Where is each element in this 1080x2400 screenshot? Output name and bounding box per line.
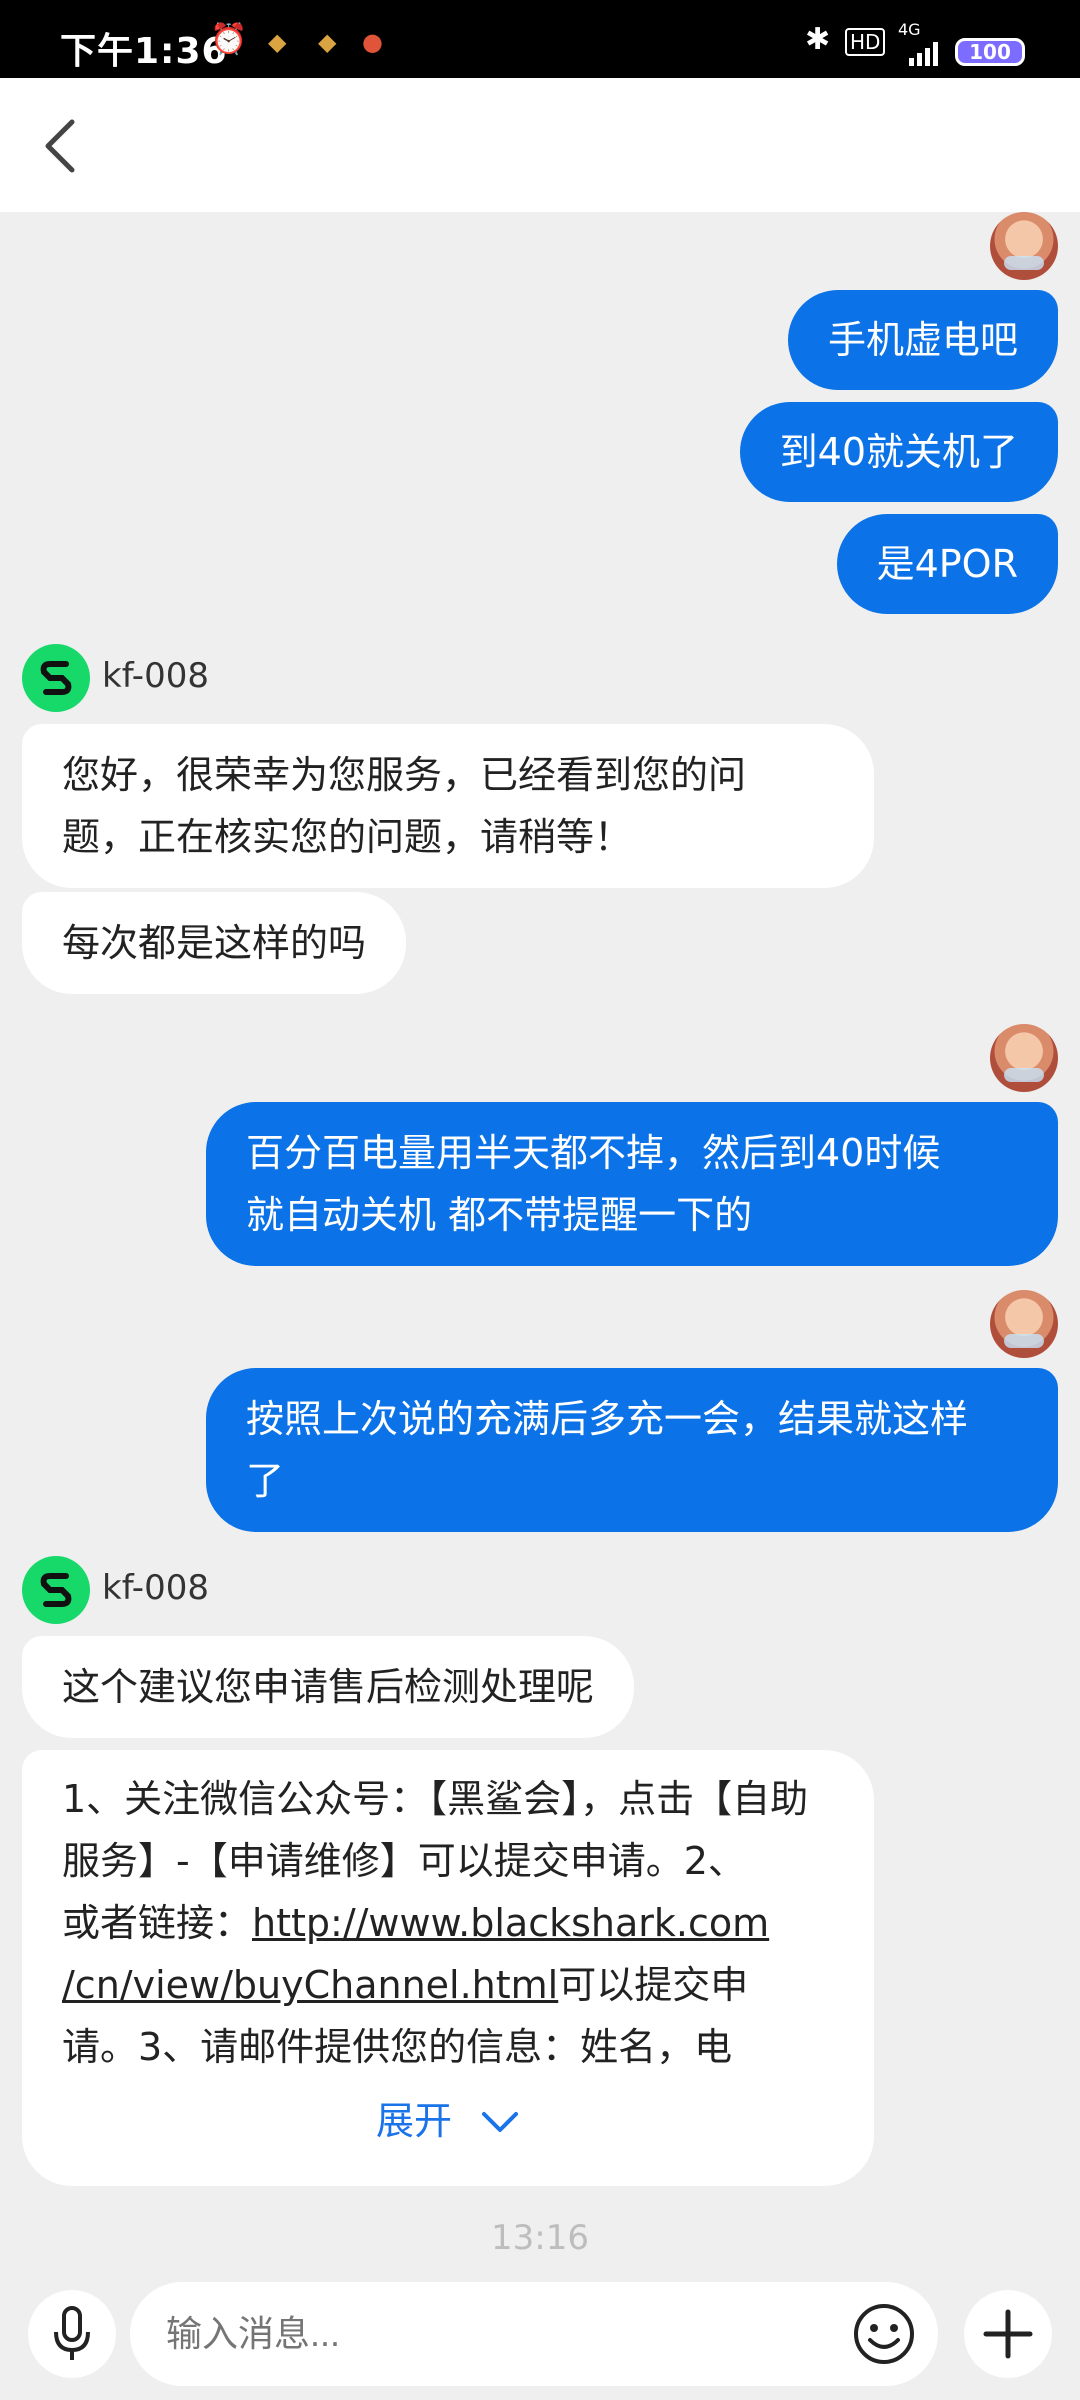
user-avatar[interactable] bbox=[990, 1024, 1058, 1092]
chat-header bbox=[0, 78, 1080, 212]
status-bar: 下午1:36 ⏰ ◆ ◆ ● ✱ HD 4G 100 bbox=[0, 0, 1080, 78]
voice-button[interactable] bbox=[28, 2290, 116, 2378]
signal-icon bbox=[909, 42, 938, 66]
notification-icon: ◆ bbox=[318, 28, 337, 56]
notification-icon: ◆ bbox=[268, 28, 287, 56]
message-line: 就自动关机 都不带提醒一下的 bbox=[246, 1193, 753, 1237]
received-message-long[interactable]: 1、关注微信公众号：【黑鲨会】，点击【自助 服务】-【申请维修】可以提交申请。2… bbox=[22, 1750, 874, 2186]
user-avatar[interactable] bbox=[990, 1290, 1058, 1358]
received-message[interactable]: 每次都是这样的吗 bbox=[22, 892, 407, 994]
agent-avatar[interactable] bbox=[22, 1556, 90, 1624]
sent-message[interactable]: 百分百电量用半天都不掉，然后到40时候 就自动关机 都不带提醒一下的 bbox=[206, 1102, 1058, 1266]
sent-message[interactable]: 是4POR bbox=[836, 514, 1058, 614]
link-prefix: 或者链接： bbox=[62, 1901, 253, 1945]
message-line: 服务】-【申请维修】可以提交申请。2、 bbox=[62, 1839, 746, 1883]
message-line: 按照上次说的充满后多充一会，结果就这样 bbox=[246, 1397, 969, 1441]
message-line: 了 bbox=[246, 1459, 285, 1503]
emoji-icon bbox=[854, 2304, 914, 2364]
message-line: 或者链接：http://www.blackshark.com bbox=[62, 1892, 834, 1954]
plus-icon bbox=[983, 2309, 1033, 2359]
message-timestamp: 13:16 bbox=[491, 2218, 589, 2258]
hd-badge: HD bbox=[845, 28, 886, 56]
alarm-icon: ⏰ bbox=[210, 22, 248, 57]
sent-message[interactable]: 按照上次说的充满后多充一会，结果就这样 了 bbox=[206, 1368, 1058, 1532]
add-button[interactable] bbox=[964, 2290, 1052, 2378]
sent-message[interactable]: 到40就关机了 bbox=[739, 402, 1058, 502]
status-time: 下午1:36 bbox=[60, 31, 228, 72]
user-avatar[interactable] bbox=[990, 212, 1058, 280]
link-suffix: 可以提交申 bbox=[558, 1963, 749, 2007]
message-line: 百分百电量用半天都不掉，然后到40时候 bbox=[246, 1131, 941, 1175]
notification-icon: ● bbox=[362, 28, 383, 56]
link-url[interactable]: /cn/view/buyChannel.html bbox=[62, 1963, 558, 2007]
back-arrow-icon bbox=[45, 119, 75, 173]
blackshark-logo-icon bbox=[40, 1573, 72, 1607]
message-line: 题，正在核实您的问题，请稍等！ bbox=[62, 815, 633, 859]
microphone-icon bbox=[54, 2306, 90, 2360]
sent-message[interactable]: 手机虚电吧 bbox=[787, 290, 1058, 390]
received-message[interactable]: 您好，很荣幸为您服务，已经看到您的问 题，正在核实您的问题，请稍等！ bbox=[22, 724, 874, 888]
link-url[interactable]: http://www.blackshark.com bbox=[252, 1901, 769, 1945]
message-input[interactable] bbox=[130, 2282, 938, 2386]
blackshark-logo-icon bbox=[40, 661, 72, 695]
chevron-down-icon bbox=[482, 2112, 519, 2132]
received-message[interactable]: 这个建议您申请售后检测处理呢 bbox=[22, 1636, 635, 1738]
battery-indicator: 100 bbox=[955, 38, 1025, 66]
agent-avatar[interactable] bbox=[22, 644, 90, 712]
message-line: /cn/view/buyChannel.html可以提交申 bbox=[62, 1954, 834, 2016]
expand-label: 展开 bbox=[375, 2099, 452, 2143]
agent-name: kf-008 bbox=[102, 1568, 209, 1608]
message-line: 您好，很荣幸为您服务，已经看到您的问 bbox=[62, 753, 747, 797]
message-line: 1、关注微信公众号：【黑鲨会】，点击【自助 bbox=[62, 1777, 809, 1821]
network-label: 4G bbox=[898, 20, 921, 39]
bluetooth-icon: ✱ bbox=[805, 22, 831, 57]
agent-name: kf-008 bbox=[102, 656, 209, 696]
input-bar bbox=[0, 2270, 1080, 2400]
emoji-button[interactable] bbox=[840, 2290, 928, 2378]
expand-button[interactable]: 展开 bbox=[22, 2090, 874, 2152]
back-button[interactable] bbox=[30, 116, 90, 176]
message-line: 请。3、请邮件提供您的信息：姓名，电 bbox=[62, 2025, 733, 2069]
